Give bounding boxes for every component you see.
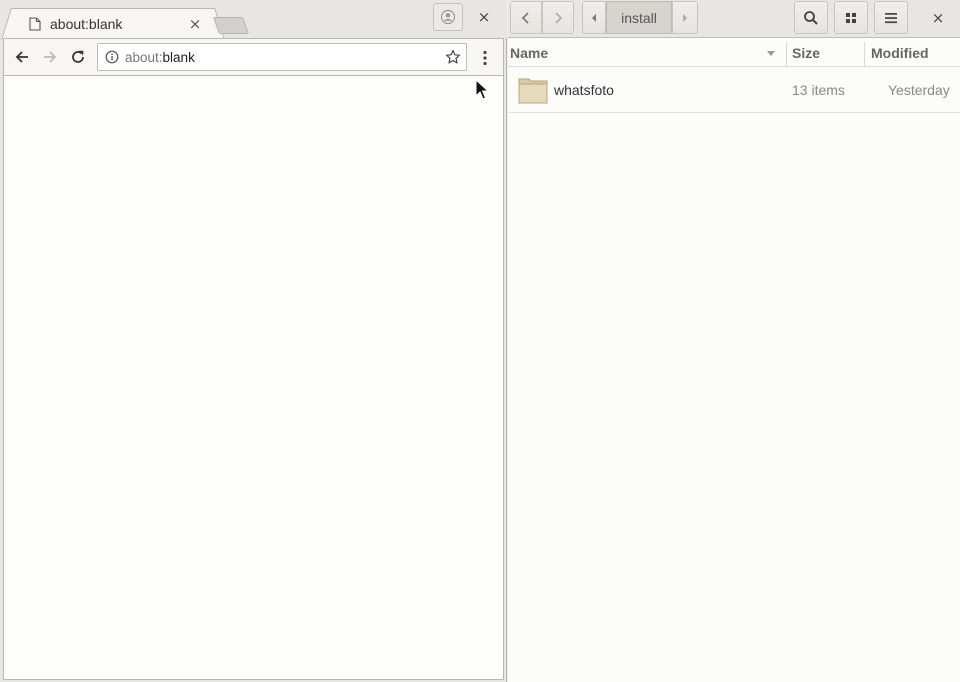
page-icon [29,17,41,31]
path-button-install[interactable]: install [606,1,672,34]
star-icon[interactable] [445,49,461,65]
folder-icon [518,78,548,104]
path-left-icon [592,13,596,22]
column-header: Name Size Modified [508,38,960,67]
browser-toolbar: about:blank [3,38,504,75]
grid-view-icon [846,12,856,23]
column-separator[interactable] [864,42,865,66]
profile-button[interactable] [433,3,463,31]
view-mode-button[interactable] [834,1,868,34]
files-window-close-button[interactable]: × [922,1,954,34]
browser-window: about:blank × × about:blank [0,0,507,682]
tab-title: about:blank [50,16,123,32]
profile-icon [441,10,455,24]
files-window: install × Name Size Modified whatsfoto 1… [508,0,960,682]
column-size-label: Size [792,44,821,61]
hamburger-menu-icon [885,12,897,23]
forward-icon [44,51,57,63]
file-size: 13 items [792,82,845,98]
sort-arrow-icon [767,51,775,56]
back-icon [521,11,529,24]
file-modified: Yesterday [888,82,950,98]
column-name[interactable]: Name [510,38,780,67]
reload-button[interactable] [66,46,90,68]
path-scroll-left-button[interactable] [582,1,606,34]
info-icon[interactable] [105,50,119,64]
browser-window-close-button[interactable]: × [474,6,494,28]
new-tab-button[interactable] [212,17,250,34]
path-scroll-right-button[interactable] [672,1,698,34]
browser-menu-button[interactable] [478,48,492,68]
column-modified[interactable]: Modified [871,38,960,67]
column-size[interactable]: Size [792,38,862,67]
tab-strip: about:blank × × [0,0,507,39]
close-icon: × [931,8,945,27]
back-button[interactable] [10,46,34,68]
column-modified-label: Modified [871,44,929,61]
forward-button[interactable] [38,46,62,68]
menu-icon [483,50,487,66]
app-menu-button[interactable] [874,1,908,34]
search-icon [804,10,818,25]
files-forward-button[interactable] [542,1,574,34]
address-bar[interactable]: about:blank [97,43,467,71]
file-name: whatsfoto [554,82,614,98]
files-headerbar: install × [508,0,960,38]
search-button[interactable] [794,1,828,34]
tab-close-button[interactable]: × [187,15,203,33]
forward-icon [555,11,563,24]
files-back-button[interactable] [510,1,542,34]
path-right-icon [683,13,687,22]
column-separator[interactable] [786,42,787,66]
column-name-label: Name [510,44,549,61]
address-text: about:blank [125,49,195,65]
tab-about-blank[interactable]: about:blank × [14,8,212,39]
back-icon [15,51,28,63]
file-row[interactable]: whatsfoto 13 items Yesterday [508,67,960,113]
mouse-cursor-icon [475,79,489,100]
reload-icon [72,50,84,63]
page-content[interactable] [3,75,504,680]
